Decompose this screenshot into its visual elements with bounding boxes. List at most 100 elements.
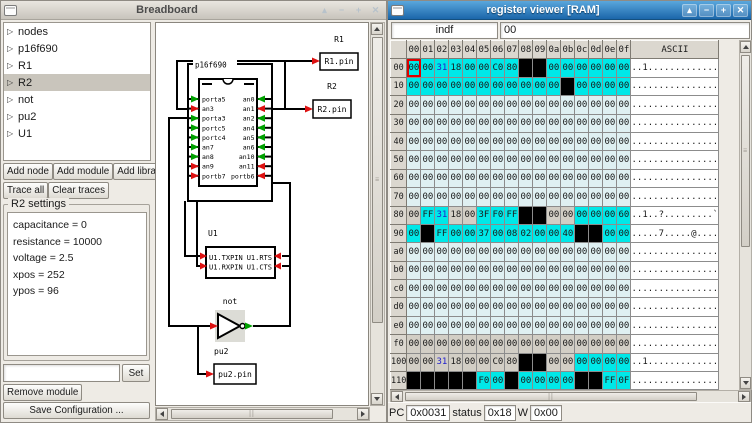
register-cell[interactable]: 31: [435, 353, 449, 371]
register-cell[interactable]: 00: [435, 151, 449, 169]
register-cell[interactable]: [561, 77, 575, 95]
register-cell[interactable]: 00: [617, 169, 631, 187]
register-cell[interactable]: 00: [407, 151, 421, 169]
register-cell[interactable]: 00: [617, 132, 631, 150]
register-cell[interactable]: 00: [589, 132, 603, 150]
register-hscroll-thumb[interactable]: ||: [405, 392, 697, 401]
register-cell[interactable]: 00: [477, 298, 491, 316]
register-cell[interactable]: 00: [449, 316, 463, 334]
register-cell[interactable]: 00: [603, 280, 617, 298]
register-cell[interactable]: 00: [617, 261, 631, 279]
register-cell[interactable]: 00: [617, 151, 631, 169]
register-cell[interactable]: 00: [407, 132, 421, 150]
register-cell[interactable]: [421, 224, 435, 242]
register-cell[interactable]: 00: [449, 96, 463, 114]
register-cell[interactable]: 00: [421, 188, 435, 206]
register-cell[interactable]: 00: [505, 188, 519, 206]
register-cell[interactable]: 00: [603, 243, 617, 261]
register-cell[interactable]: 00: [575, 261, 589, 279]
expander-triangle-icon[interactable]: ▷: [7, 112, 18, 121]
register-cell[interactable]: 00: [617, 114, 631, 132]
register-cell[interactable]: 00: [561, 114, 575, 132]
register-cell[interactable]: 00: [603, 151, 617, 169]
register-cell[interactable]: 00: [421, 59, 435, 77]
maximize-button[interactable]: +: [351, 4, 366, 17]
register-cell[interactable]: 00: [421, 335, 435, 353]
register-cell[interactable]: 00: [449, 77, 463, 95]
register-cell[interactable]: 00: [477, 114, 491, 132]
pin-arrow-icon[interactable]: [191, 153, 199, 160]
expander-triangle-icon[interactable]: ▷: [7, 61, 18, 70]
register-cell[interactable]: 00: [533, 96, 547, 114]
attribute-list[interactable]: capacitance = 0resistance = 10000voltage…: [7, 212, 147, 356]
register-cell[interactable]: 00: [603, 224, 617, 242]
register-cell[interactable]: 00: [407, 114, 421, 132]
status-value[interactable]: 0x18: [484, 405, 516, 421]
register-cell[interactable]: 00: [519, 335, 533, 353]
register-cell[interactable]: 00: [533, 372, 547, 390]
canvas-vscrollbar[interactable]: ≡: [370, 22, 385, 406]
clear-traces-button[interactable]: Clear traces: [48, 182, 109, 199]
register-cell[interactable]: 00: [449, 224, 463, 242]
register-cell[interactable]: 00: [575, 243, 589, 261]
register-cell[interactable]: 00: [519, 188, 533, 206]
register-cell[interactable]: 00: [575, 206, 589, 224]
register-cell[interactable]: 00: [519, 132, 533, 150]
register-cell[interactable]: 00: [491, 132, 505, 150]
register-cell[interactable]: 02: [519, 224, 533, 242]
register-cell[interactable]: 00: [589, 151, 603, 169]
register-cell[interactable]: 00: [561, 261, 575, 279]
register-cell[interactable]: 00: [477, 77, 491, 95]
register-cell[interactable]: 37: [477, 224, 491, 242]
register-cell[interactable]: 00: [547, 169, 561, 187]
register-cell[interactable]: 00: [533, 151, 547, 169]
register-cell[interactable]: 00: [449, 169, 463, 187]
register-cell[interactable]: 00: [547, 335, 561, 353]
register-cell[interactable]: 00: [505, 96, 519, 114]
register-cell[interactable]: FF: [435, 224, 449, 242]
register-cell[interactable]: 00: [617, 353, 631, 371]
register-cell[interactable]: 00: [603, 114, 617, 132]
register-cell[interactable]: 00: [547, 316, 561, 334]
register-cell[interactable]: [435, 372, 449, 390]
register-cell[interactable]: 00: [575, 316, 589, 334]
register-cell[interactable]: 18: [449, 59, 463, 77]
register-cell[interactable]: 00: [463, 280, 477, 298]
register-cell[interactable]: 00: [519, 77, 533, 95]
register-cell[interactable]: 00: [477, 261, 491, 279]
register-cell[interactable]: 00: [449, 243, 463, 261]
register-cell[interactable]: 00: [603, 77, 617, 95]
register-cell[interactable]: 00: [533, 243, 547, 261]
register-cell[interactable]: 00: [449, 298, 463, 316]
register-cell[interactable]: 00: [421, 261, 435, 279]
register-cell[interactable]: 00: [421, 151, 435, 169]
register-cell[interactable]: 00: [491, 188, 505, 206]
register-cell[interactable]: 00: [505, 169, 519, 187]
register-cell[interactable]: 18: [449, 206, 463, 224]
register-cell[interactable]: 00: [491, 114, 505, 132]
register-cell[interactable]: [519, 59, 533, 77]
shade-button[interactable]: ▴: [317, 4, 332, 17]
register-cell[interactable]: 00: [561, 353, 575, 371]
register-cell[interactable]: [575, 372, 589, 390]
expander-triangle-icon[interactable]: ▷: [7, 27, 18, 36]
register-cell[interactable]: 00: [477, 59, 491, 77]
w-value[interactable]: 0x00: [530, 405, 562, 421]
register-cell[interactable]: 00: [617, 59, 631, 77]
close-button[interactable]: ✕: [368, 4, 383, 17]
tree-item-r2[interactable]: ▷R2: [4, 74, 150, 91]
register-cell[interactable]: 00: [603, 96, 617, 114]
close-button[interactable]: ✕: [733, 4, 748, 17]
maximize-button[interactable]: +: [716, 4, 731, 17]
pin-arrow-icon[interactable]: [191, 105, 199, 112]
register-cell[interactable]: 00: [589, 353, 603, 371]
register-cell[interactable]: 00: [505, 298, 519, 316]
register-cell[interactable]: 00: [491, 372, 505, 390]
register-cell[interactable]: F0: [477, 372, 491, 390]
register-cell[interactable]: 00: [505, 335, 519, 353]
register-cell[interactable]: 00: [533, 169, 547, 187]
pin-arrow-icon[interactable]: [257, 144, 265, 151]
register-cell[interactable]: 00: [547, 206, 561, 224]
register-cell[interactable]: 00: [533, 261, 547, 279]
register-cell[interactable]: 00: [561, 188, 575, 206]
